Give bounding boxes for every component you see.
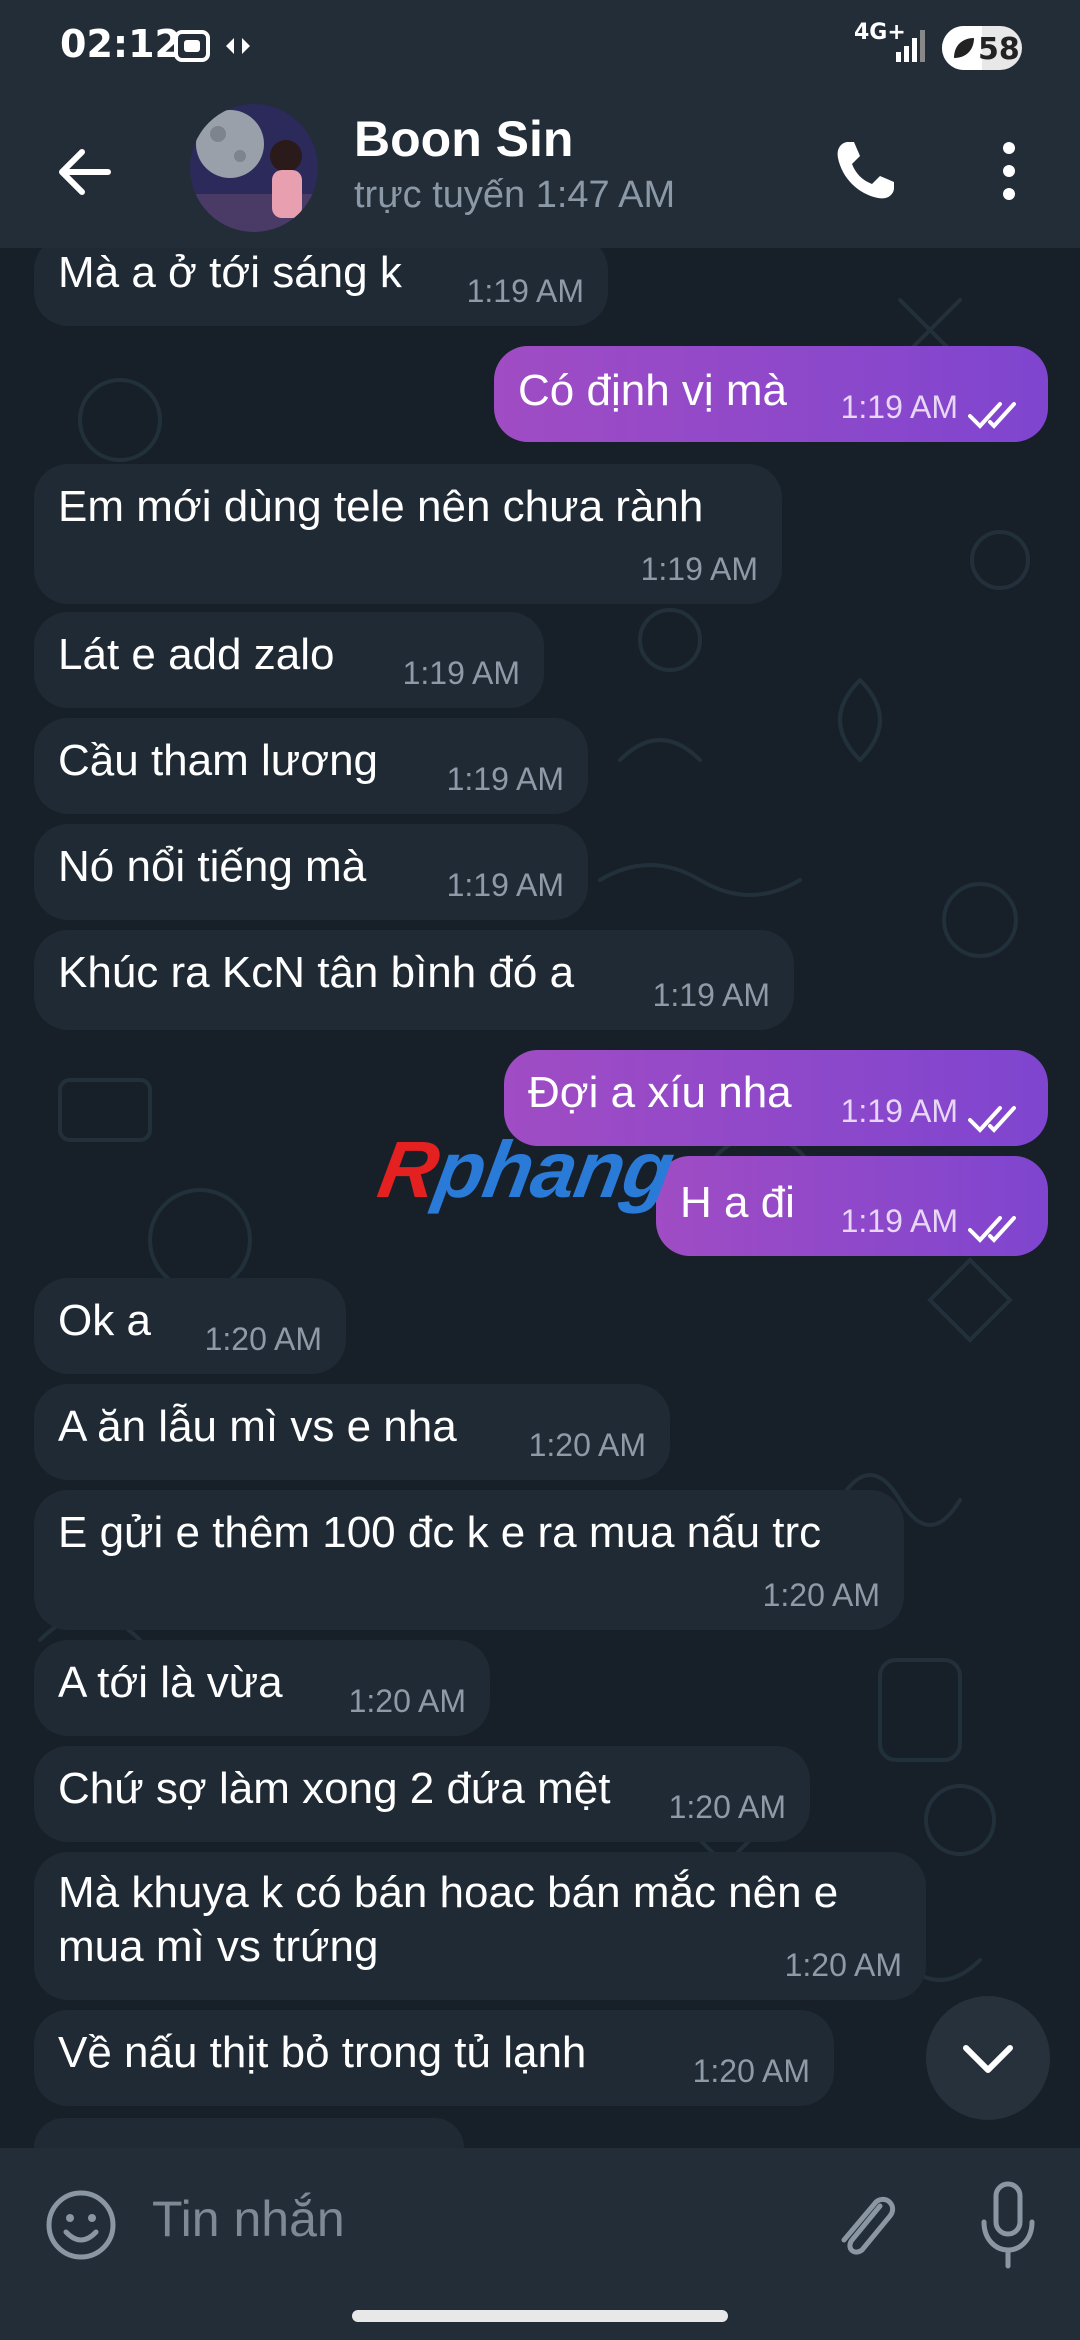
phone-icon[interactable] xyxy=(830,136,900,206)
battery-indicator: 58 xyxy=(942,26,1022,70)
battery-saver-icon xyxy=(954,38,974,58)
message-incoming[interactable]: A ăn lẫu mì vs e nha 1:20 AM xyxy=(34,1384,670,1480)
message-time: 1:19 AM xyxy=(466,273,584,309)
message-incoming[interactable]: Mà a ở tới sáng k 1:19 AM xyxy=(34,248,608,326)
message-time: 1:19 AM xyxy=(840,1203,958,1239)
message-time: 1:19 AM xyxy=(840,389,958,425)
message-incoming[interactable]: Ok a 1:20 AM xyxy=(34,1278,346,1374)
message-incoming[interactable]: Về nấu thịt bỏ trong tủ lạnh 1:20 AM xyxy=(34,2010,834,2106)
message-incoming[interactable]: Khúc ra KcN tân bình đó a 1:19 AM xyxy=(34,930,794,1030)
message-text: Về nấu thịt bỏ trong tủ lạnh xyxy=(58,2028,587,2077)
back-button[interactable] xyxy=(52,140,116,204)
battery-level: 58 xyxy=(978,32,1020,67)
message-text: Ok a xyxy=(58,1296,151,1345)
message-text: Chứ sợ làm xong 2 đứa mệt xyxy=(58,1764,611,1813)
mic-icon[interactable] xyxy=(976,2178,1040,2274)
message-text: Cầu tham lương xyxy=(58,736,379,785)
system-nav-bar xyxy=(0,2294,1080,2340)
message-input[interactable] xyxy=(150,2178,794,2260)
signal-icon xyxy=(896,30,925,62)
message-text: H a đi xyxy=(680,1178,795,1227)
double-check-icon xyxy=(968,402,1016,429)
message-time: 1:20 AM xyxy=(668,1789,786,1825)
message-time: 1:20 AM xyxy=(204,1321,322,1357)
chevron-down-icon xyxy=(963,2045,1013,2073)
message-incoming[interactable]: Em mới dùng tele nên chưa rành 1:19 AM xyxy=(34,464,782,604)
contact-avatar[interactable] xyxy=(190,104,318,232)
message-time: 1:20 AM xyxy=(528,1427,646,1463)
message-time: 1:19 AM xyxy=(652,977,770,1013)
message-time: 1:20 AM xyxy=(692,2053,810,2089)
message-incoming[interactable]: Nó nổi tiếng mà 1:19 AM xyxy=(34,824,588,920)
message-text: Mà khuya k có bán hoac bán mắc nên e xyxy=(58,1868,839,1917)
message-time: 1:20 AM xyxy=(348,1683,466,1719)
message-text: Có định vị mà xyxy=(518,366,788,415)
contact-status: trực tuyến 1:47 AM xyxy=(354,174,676,216)
status-time: 02:12 xyxy=(60,22,181,66)
more-vert-icon[interactable] xyxy=(984,136,1034,206)
message-incoming[interactable]: E gửi e thêm 100 đc k e ra mua nấu trc 1… xyxy=(34,1490,904,1630)
message-outgoing[interactable]: Có định vị mà 1:19 AM xyxy=(494,346,1048,442)
message-text: Mà a ở tới sáng k xyxy=(58,248,402,297)
message-text: A ăn lẫu mì vs e nha xyxy=(58,1402,457,1451)
screenshot-icon xyxy=(174,30,210,62)
data-sync-icon xyxy=(226,38,250,54)
watermark-logo: Rphang xyxy=(372,1124,680,1216)
watermark-rest: phang xyxy=(429,1125,680,1214)
chat-header: Boon Sin trực tuyến 1:47 AM xyxy=(0,96,1080,248)
contact-name: Boon Sin xyxy=(354,111,574,167)
message-time: 1:20 AM xyxy=(784,1947,902,1983)
scroll-down-button[interactable] xyxy=(926,1996,1050,2120)
emoji-icon[interactable] xyxy=(44,2188,118,2262)
message-text: Khúc ra KcN tân bình đó a xyxy=(58,948,575,997)
status-bar: 02:12 4G+ 58 xyxy=(0,0,1080,96)
message-time: 1:20 AM xyxy=(762,1577,880,1613)
message-incoming[interactable]: Mà khuya k có bán hoac bán mắc nên e mua… xyxy=(34,1852,926,2000)
message-text: Nó nổi tiếng mà xyxy=(58,842,367,891)
double-check-icon xyxy=(968,1106,1016,1133)
message-time: 1:19 AM xyxy=(446,867,564,903)
message-incoming[interactable] xyxy=(34,2118,464,2148)
message-text-line2: mua mì vs trứng xyxy=(58,1922,379,1971)
message-incoming[interactable]: Chứ sợ làm xong 2 đứa mệt 1:20 AM xyxy=(34,1746,810,1842)
message-time: 1:19 AM xyxy=(446,761,564,797)
message-time: 1:19 AM xyxy=(840,1093,958,1129)
message-text: Lát e add zalo xyxy=(58,630,335,679)
message-text: Em mới dùng tele nên chưa rành xyxy=(58,482,704,531)
message-time: 1:19 AM xyxy=(402,655,520,691)
message-time: 1:19 AM xyxy=(640,551,758,587)
attach-icon[interactable] xyxy=(828,2184,902,2268)
message-text: A tới là vừa xyxy=(58,1658,283,1707)
double-check-icon xyxy=(968,1216,1016,1243)
message-incoming[interactable]: A tới là vừa 1:20 AM xyxy=(34,1640,490,1736)
message-incoming[interactable]: Lát e add zalo 1:19 AM xyxy=(34,612,544,708)
home-handle[interactable] xyxy=(352,2310,728,2322)
message-outgoing[interactable]: H a đi 1:19 AM xyxy=(656,1156,1048,1256)
message-input-bar xyxy=(0,2148,1080,2294)
message-incoming[interactable]: Cầu tham lương 1:19 AM xyxy=(34,718,588,814)
message-text: Đợi a xíu nha xyxy=(528,1068,792,1117)
message-text: E gửi e thêm 100 đc k e ra mua nấu trc xyxy=(58,1508,822,1557)
